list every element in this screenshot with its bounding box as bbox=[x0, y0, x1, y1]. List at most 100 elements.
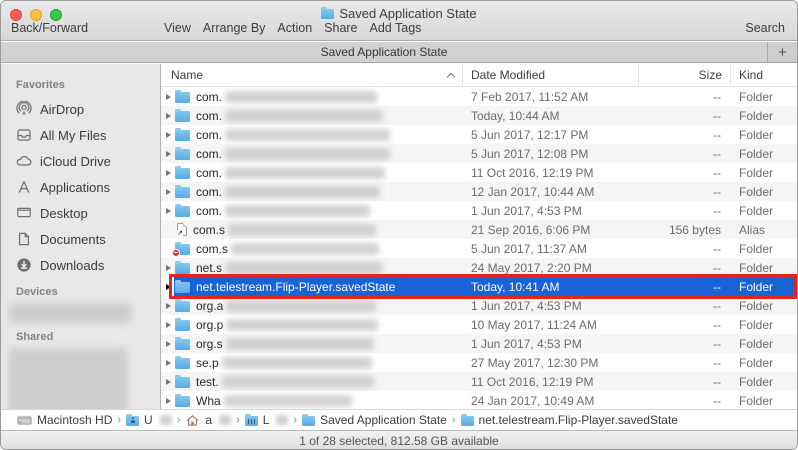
date-cell: 7 Feb 2017, 11:52 AM bbox=[471, 89, 589, 104]
window-title-text: Saved Application State bbox=[339, 5, 477, 21]
toolbar-item-add-tags[interactable]: Add Tags bbox=[370, 21, 422, 35]
sidebar-item-downloads[interactable]: Downloads bbox=[1, 252, 160, 278]
sidebar-item-applications[interactable]: Applications bbox=[1, 174, 160, 200]
redacted-sidebar-item[interactable] bbox=[9, 348, 127, 409]
path-segment[interactable]: a bbox=[185, 413, 232, 428]
new-tab-button[interactable]: + bbox=[767, 42, 797, 62]
downloads-icon bbox=[16, 257, 32, 273]
sidebar-item-documents[interactable]: Documents bbox=[1, 226, 160, 252]
file-row[interactable]: com. 5 Jun 2017, 12:08 PM -- Folder bbox=[161, 144, 797, 163]
sidebar-item-label: Documents bbox=[40, 231, 106, 247]
path-segment[interactable]: Saved Application State bbox=[302, 413, 447, 427]
disclosure-triangle-icon[interactable] bbox=[161, 93, 175, 100]
redacted-text bbox=[225, 337, 374, 350]
disclosure-triangle-icon[interactable] bbox=[161, 207, 175, 214]
redacted-text bbox=[219, 415, 232, 425]
column-header-kind[interactable]: Kind bbox=[731, 64, 797, 86]
date-cell: 27 May 2017, 12:30 PM bbox=[471, 355, 599, 370]
file-row[interactable]: com. 1 Jun 2017, 4:53 PM -- Folder bbox=[161, 201, 797, 220]
file-row[interactable]: test. 11 Oct 2016, 12:19 PM -- Folder bbox=[161, 372, 797, 391]
date-cell: 1 Jun 2017, 4:53 PM bbox=[471, 298, 582, 313]
date-cell: 11 Oct 2016, 12:19 PM bbox=[471, 374, 594, 389]
kind-cell: Folder bbox=[739, 108, 774, 123]
file-row[interactable]: org.s 1 Jun 2017, 4:53 PM -- Folder bbox=[161, 334, 797, 353]
folder-icon bbox=[175, 146, 190, 160]
disclosure-triangle-icon[interactable] bbox=[161, 131, 175, 138]
sidebar-item-icloud-drive[interactable]: iCloud Drive bbox=[1, 148, 160, 174]
sidebar-item-label: Desktop bbox=[40, 205, 88, 221]
column-header-label: Kind bbox=[739, 68, 764, 82]
file-row[interactable]: com. 5 Jun 2017, 12:17 PM -- Folder bbox=[161, 125, 797, 144]
file-name: org.s bbox=[196, 336, 223, 351]
file-row[interactable]: com.s 21 Sep 2016, 6:06 PM 156 bytes Alias bbox=[161, 220, 797, 239]
disclosure-triangle-icon[interactable] bbox=[161, 112, 175, 119]
path-segment[interactable]: Macintosh HD bbox=[17, 413, 112, 428]
column-header-label: Size bbox=[698, 68, 722, 82]
redacted-text bbox=[225, 166, 386, 179]
toolbar-item-share[interactable]: Share bbox=[324, 21, 357, 35]
sort-ascending-icon bbox=[446, 72, 456, 81]
back-forward-button[interactable]: Back/Forward bbox=[11, 21, 88, 35]
disclosure-triangle-icon[interactable] bbox=[161, 378, 175, 385]
file-row-selected[interactable]: net.telestream.Flip-Player.savedState Tod… bbox=[161, 277, 797, 296]
search-button[interactable]: Search bbox=[745, 21, 785, 35]
folder-icon bbox=[460, 413, 474, 426]
name-cell: org.s bbox=[161, 334, 463, 353]
sidebar-item-all-my-files[interactable]: All My Files bbox=[1, 122, 160, 148]
sidebar-item-desktop[interactable]: Desktop bbox=[1, 200, 160, 226]
sidebar-item-label: Applications bbox=[40, 179, 111, 195]
file-name: org.a bbox=[196, 298, 224, 313]
path-segment[interactable]: U bbox=[126, 413, 172, 427]
kind-cell: Folder bbox=[739, 336, 774, 351]
disclosure-triangle-icon[interactable] bbox=[161, 283, 175, 290]
date-cell: 1 Jun 2017, 4:53 PM bbox=[471, 203, 582, 218]
tab-saved-application-state[interactable]: Saved Application State bbox=[1, 42, 767, 62]
folder-icon bbox=[175, 108, 190, 122]
disclosure-triangle-icon[interactable] bbox=[161, 169, 175, 176]
sidebar-item-airdrop[interactable]: AirDrop bbox=[1, 96, 160, 122]
disclosure-triangle-icon[interactable] bbox=[161, 397, 175, 404]
redacted-sidebar-item[interactable] bbox=[9, 303, 131, 323]
file-name: Wha bbox=[196, 393, 221, 408]
file-name: net.telestream.Flip-Player.savedState bbox=[196, 279, 396, 294]
folder-icon bbox=[175, 355, 190, 369]
file-row[interactable]: com.s 5 Jun 2017, 11:37 AM -- Folder bbox=[161, 239, 797, 258]
disclosure-triangle-icon[interactable] bbox=[161, 302, 175, 309]
column-header-size[interactable]: Size bbox=[639, 64, 731, 86]
file-row[interactable]: se.p 27 May 2017, 12:30 PM -- Folder bbox=[161, 353, 797, 372]
disclosure-triangle-icon[interactable] bbox=[161, 150, 175, 157]
column-header-name[interactable]: Name bbox=[161, 64, 463, 86]
file-row[interactable]: org.p 10 May 2017, 11:24 AM -- Folder bbox=[161, 315, 797, 334]
path-segment[interactable]: L bbox=[244, 413, 289, 427]
file-name: com. bbox=[196, 146, 223, 161]
status-text: 1 of 28 selected, 812.58 GB available bbox=[299, 434, 499, 448]
file-row[interactable]: com. 11 Oct 2016, 12:19 PM -- Folder bbox=[161, 163, 797, 182]
file-row[interactable]: Wha 24 Jan 2017, 10:49 AM -- Folder bbox=[161, 391, 797, 409]
column-header-date-modified[interactable]: Date Modified bbox=[463, 64, 639, 86]
disclosure-triangle-icon[interactable] bbox=[161, 264, 175, 271]
path-separator-icon: › bbox=[451, 414, 456, 426]
file-row[interactable]: net.s 24 May 2017, 2:20 PM -- Folder bbox=[161, 258, 797, 277]
sidebar-section-devices: Devices bbox=[16, 286, 58, 298]
disclosure-triangle-icon[interactable] bbox=[161, 340, 175, 347]
folder-icon bbox=[175, 127, 190, 141]
toolbar-item-arrange-by[interactable]: Arrange By bbox=[203, 21, 266, 35]
sidebar-item-label: Downloads bbox=[40, 257, 105, 273]
path-segment-label: net.telestream.Flip-Player.savedState bbox=[478, 413, 678, 427]
file-row[interactable]: com. 7 Feb 2017, 11:52 AM -- Folder bbox=[161, 87, 797, 106]
path-segment[interactable]: net.telestream.Flip-Player.savedState bbox=[460, 413, 678, 427]
file-row[interactable]: com. 12 Jan 2017, 10:44 AM -- Folder bbox=[161, 182, 797, 201]
file-row[interactable]: com. Today, 10:44 AM -- Folder bbox=[161, 106, 797, 125]
size-cell: -- bbox=[713, 260, 721, 275]
toolbar-item-view[interactable]: View bbox=[164, 21, 191, 35]
home-icon bbox=[185, 413, 200, 428]
disclosure-triangle-icon[interactable] bbox=[161, 188, 175, 195]
file-row[interactable]: org.a 1 Jun 2017, 4:53 PM -- Folder bbox=[161, 296, 797, 315]
date-cell: 5 Jun 2017, 12:08 PM bbox=[471, 146, 589, 161]
disclosure-triangle-icon[interactable] bbox=[161, 359, 175, 366]
kind-cell: Folder bbox=[739, 241, 774, 256]
size-cell: -- bbox=[713, 317, 721, 332]
date-cell: 1 Jun 2017, 4:53 PM bbox=[471, 336, 582, 351]
toolbar-item-action[interactable]: Action bbox=[277, 21, 312, 35]
disclosure-triangle-icon[interactable] bbox=[161, 321, 175, 328]
